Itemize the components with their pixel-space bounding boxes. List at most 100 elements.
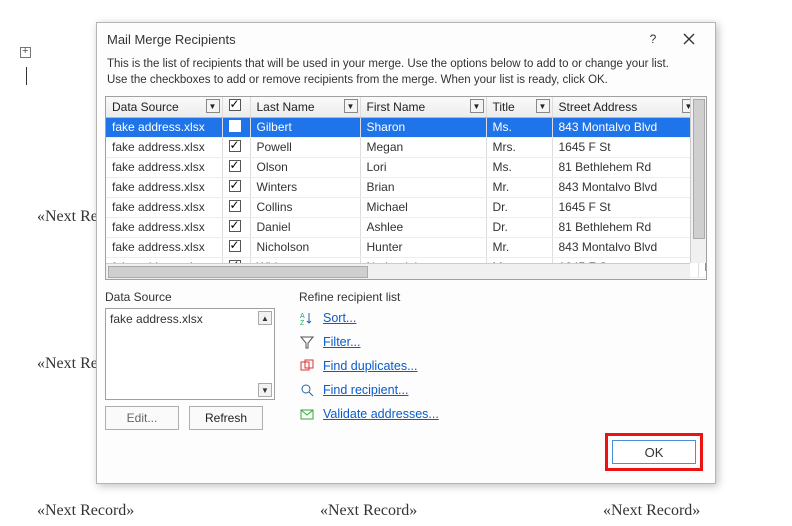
- cell-data-source: fake address.xlsx: [106, 237, 222, 257]
- cell-title: Ms.: [486, 117, 552, 137]
- scroll-down-icon[interactable]: ▼: [258, 383, 272, 397]
- cell-street: 1645 F St: [552, 137, 698, 157]
- close-button[interactable]: [671, 25, 707, 53]
- table-body: fake address.xlsxGilbertSharonMs.843 Mon…: [106, 117, 707, 277]
- table-row[interactable]: fake address.xlsxWintersBrianMr.843 Mont…: [106, 177, 707, 197]
- help-button[interactable]: ?: [635, 25, 671, 53]
- svg-text:A: A: [300, 313, 305, 320]
- refine-filter[interactable]: Filter...: [299, 334, 439, 350]
- refine-find-duplicates[interactable]: Find duplicates...: [299, 358, 439, 374]
- cell-title: Mr.: [486, 177, 552, 197]
- cell-first-name: Sharon: [360, 117, 486, 137]
- find-recipient-link[interactable]: Find recipient...: [323, 383, 408, 397]
- cell-checkbox[interactable]: [222, 217, 250, 237]
- table-row[interactable]: fake address.xlsxCollinsMichaelDr.1645 F…: [106, 197, 707, 217]
- table-row[interactable]: fake address.xlsx NicholsonHunterMr.843 M…: [106, 237, 707, 257]
- cell-checkbox[interactable]: [222, 237, 250, 257]
- cell-title: Mr.: [486, 237, 552, 257]
- table-row[interactable]: fake address.xlsxGilbertSharonMs.843 Mon…: [106, 117, 707, 137]
- table-header-row: Data Source▼ Last Name▼ First Name▼ Titl…: [106, 97, 707, 117]
- cell-data-source: fake address.xlsx: [106, 177, 222, 197]
- svg-text:Z: Z: [300, 320, 305, 325]
- row-checkbox[interactable]: [229, 160, 241, 172]
- merge-field-next-record: «Next Record»: [37, 502, 134, 520]
- col-header-checkbox[interactable]: [222, 97, 250, 117]
- row-checkbox[interactable]: [229, 180, 241, 192]
- header-checkbox[interactable]: [229, 99, 241, 111]
- row-checkbox[interactable]: [229, 240, 241, 252]
- horizontal-scrollbar[interactable]: [106, 263, 690, 279]
- duplicates-icon: [299, 358, 315, 374]
- validate-link[interactable]: Validate addresses...: [323, 407, 439, 421]
- cell-street: 1645 F St: [552, 197, 698, 217]
- refresh-button[interactable]: Refresh: [189, 406, 263, 430]
- merge-field-next-record: «Next Record»: [320, 502, 417, 520]
- refine-sort[interactable]: AZ Sort...: [299, 310, 439, 326]
- cell-data-source: fake address.xlsx: [106, 217, 222, 237]
- cell-checkbox[interactable]: [222, 117, 250, 137]
- cell-data-source: fake address.xlsx: [106, 157, 222, 177]
- scrollbar-thumb[interactable]: [693, 99, 705, 239]
- dialog-help-text: This is the list of recipients that will…: [97, 55, 715, 94]
- ok-highlight: OK: [605, 433, 703, 471]
- cell-data-source: fake address.xlsx: [106, 137, 222, 157]
- col-header-title[interactable]: Title▼: [486, 97, 552, 117]
- cell-street: 843 Montalvo Blvd: [552, 117, 698, 137]
- edit-button[interactable]: Edit...: [105, 406, 179, 430]
- find-duplicates-link[interactable]: Find duplicates...: [323, 359, 418, 373]
- cell-first-name: Hunter: [360, 237, 486, 257]
- cell-checkbox[interactable]: [222, 197, 250, 217]
- refine-find-recipient[interactable]: Find recipient...: [299, 382, 439, 398]
- sort-link[interactable]: Sort...: [323, 311, 356, 325]
- cell-street: 81 Bethlehem Rd: [552, 217, 698, 237]
- refine-validate[interactable]: Validate addresses...: [299, 406, 439, 422]
- ok-button[interactable]: OK: [612, 440, 696, 464]
- data-source-listbox[interactable]: fake address.xlsx ▲ ▼: [105, 308, 275, 400]
- scroll-up-icon[interactable]: ▲: [258, 311, 272, 325]
- cell-checkbox[interactable]: [222, 177, 250, 197]
- cell-last-name: Powell: [250, 137, 360, 157]
- col-header-data-source[interactable]: Data Source▼: [106, 97, 222, 117]
- cell-title: Dr.: [486, 197, 552, 217]
- row-checkbox[interactable]: [229, 140, 241, 152]
- cell-data-source: fake address.xlsx: [106, 197, 222, 217]
- cell-last-name: Daniel: [250, 217, 360, 237]
- dialog-title: Mail Merge Recipients: [107, 32, 635, 47]
- row-checkbox[interactable]: [229, 120, 241, 132]
- chevron-down-icon[interactable]: ▼: [206, 99, 220, 113]
- col-header-first-name[interactable]: First Name▼: [360, 97, 486, 117]
- col-header-street[interactable]: Street Address▼: [552, 97, 698, 117]
- cell-last-name: Olson: [250, 157, 360, 177]
- cell-checkbox[interactable]: [222, 137, 250, 157]
- table-row[interactable]: fake address.xlsxOlsonLoriMs.81 Bethlehe…: [106, 157, 707, 177]
- filter-link[interactable]: Filter...: [323, 335, 361, 349]
- cell-checkbox[interactable]: [222, 157, 250, 177]
- chevron-down-icon[interactable]: ▼: [344, 99, 358, 113]
- table-row[interactable]: fake address.xlsxPowellMeganMrs.1645 F S…: [106, 137, 707, 157]
- filter-icon: [299, 334, 315, 350]
- data-source-item[interactable]: fake address.xlsx: [110, 312, 270, 326]
- cell-street: 81 Bethlehem Rd: [552, 157, 698, 177]
- vertical-scrollbar[interactable]: [690, 97, 706, 263]
- search-icon: [299, 382, 315, 398]
- cell-street: 843 Montalvo Blvd: [552, 237, 698, 257]
- recipients-table: Data Source▼ Last Name▼ First Name▼ Titl…: [106, 97, 707, 278]
- cell-last-name: Nicholson: [250, 237, 360, 257]
- text-cursor: [26, 67, 27, 85]
- cell-last-name: Collins: [250, 197, 360, 217]
- validate-icon: [299, 406, 315, 422]
- table-row[interactable]: fake address.xlsxDanielAshleeDr.81 Bethl…: [106, 217, 707, 237]
- help-icon: ?: [650, 32, 657, 46]
- refine-label: Refine recipient list: [299, 290, 439, 304]
- cell-street: 843 Montalvo Blvd: [552, 177, 698, 197]
- scrollbar-thumb[interactable]: [108, 266, 368, 278]
- chevron-down-icon[interactable]: ▼: [470, 99, 484, 113]
- cell-first-name: Ashlee: [360, 217, 486, 237]
- anchor-handle[interactable]: [20, 47, 31, 58]
- close-icon: [683, 33, 695, 45]
- col-header-last-name[interactable]: Last Name▼: [250, 97, 360, 117]
- chevron-down-icon[interactable]: ▼: [536, 99, 550, 113]
- refine-panel: Refine recipient list AZ Sort... Filter.…: [299, 290, 439, 430]
- row-checkbox[interactable]: [229, 200, 241, 212]
- row-checkbox[interactable]: [229, 220, 241, 232]
